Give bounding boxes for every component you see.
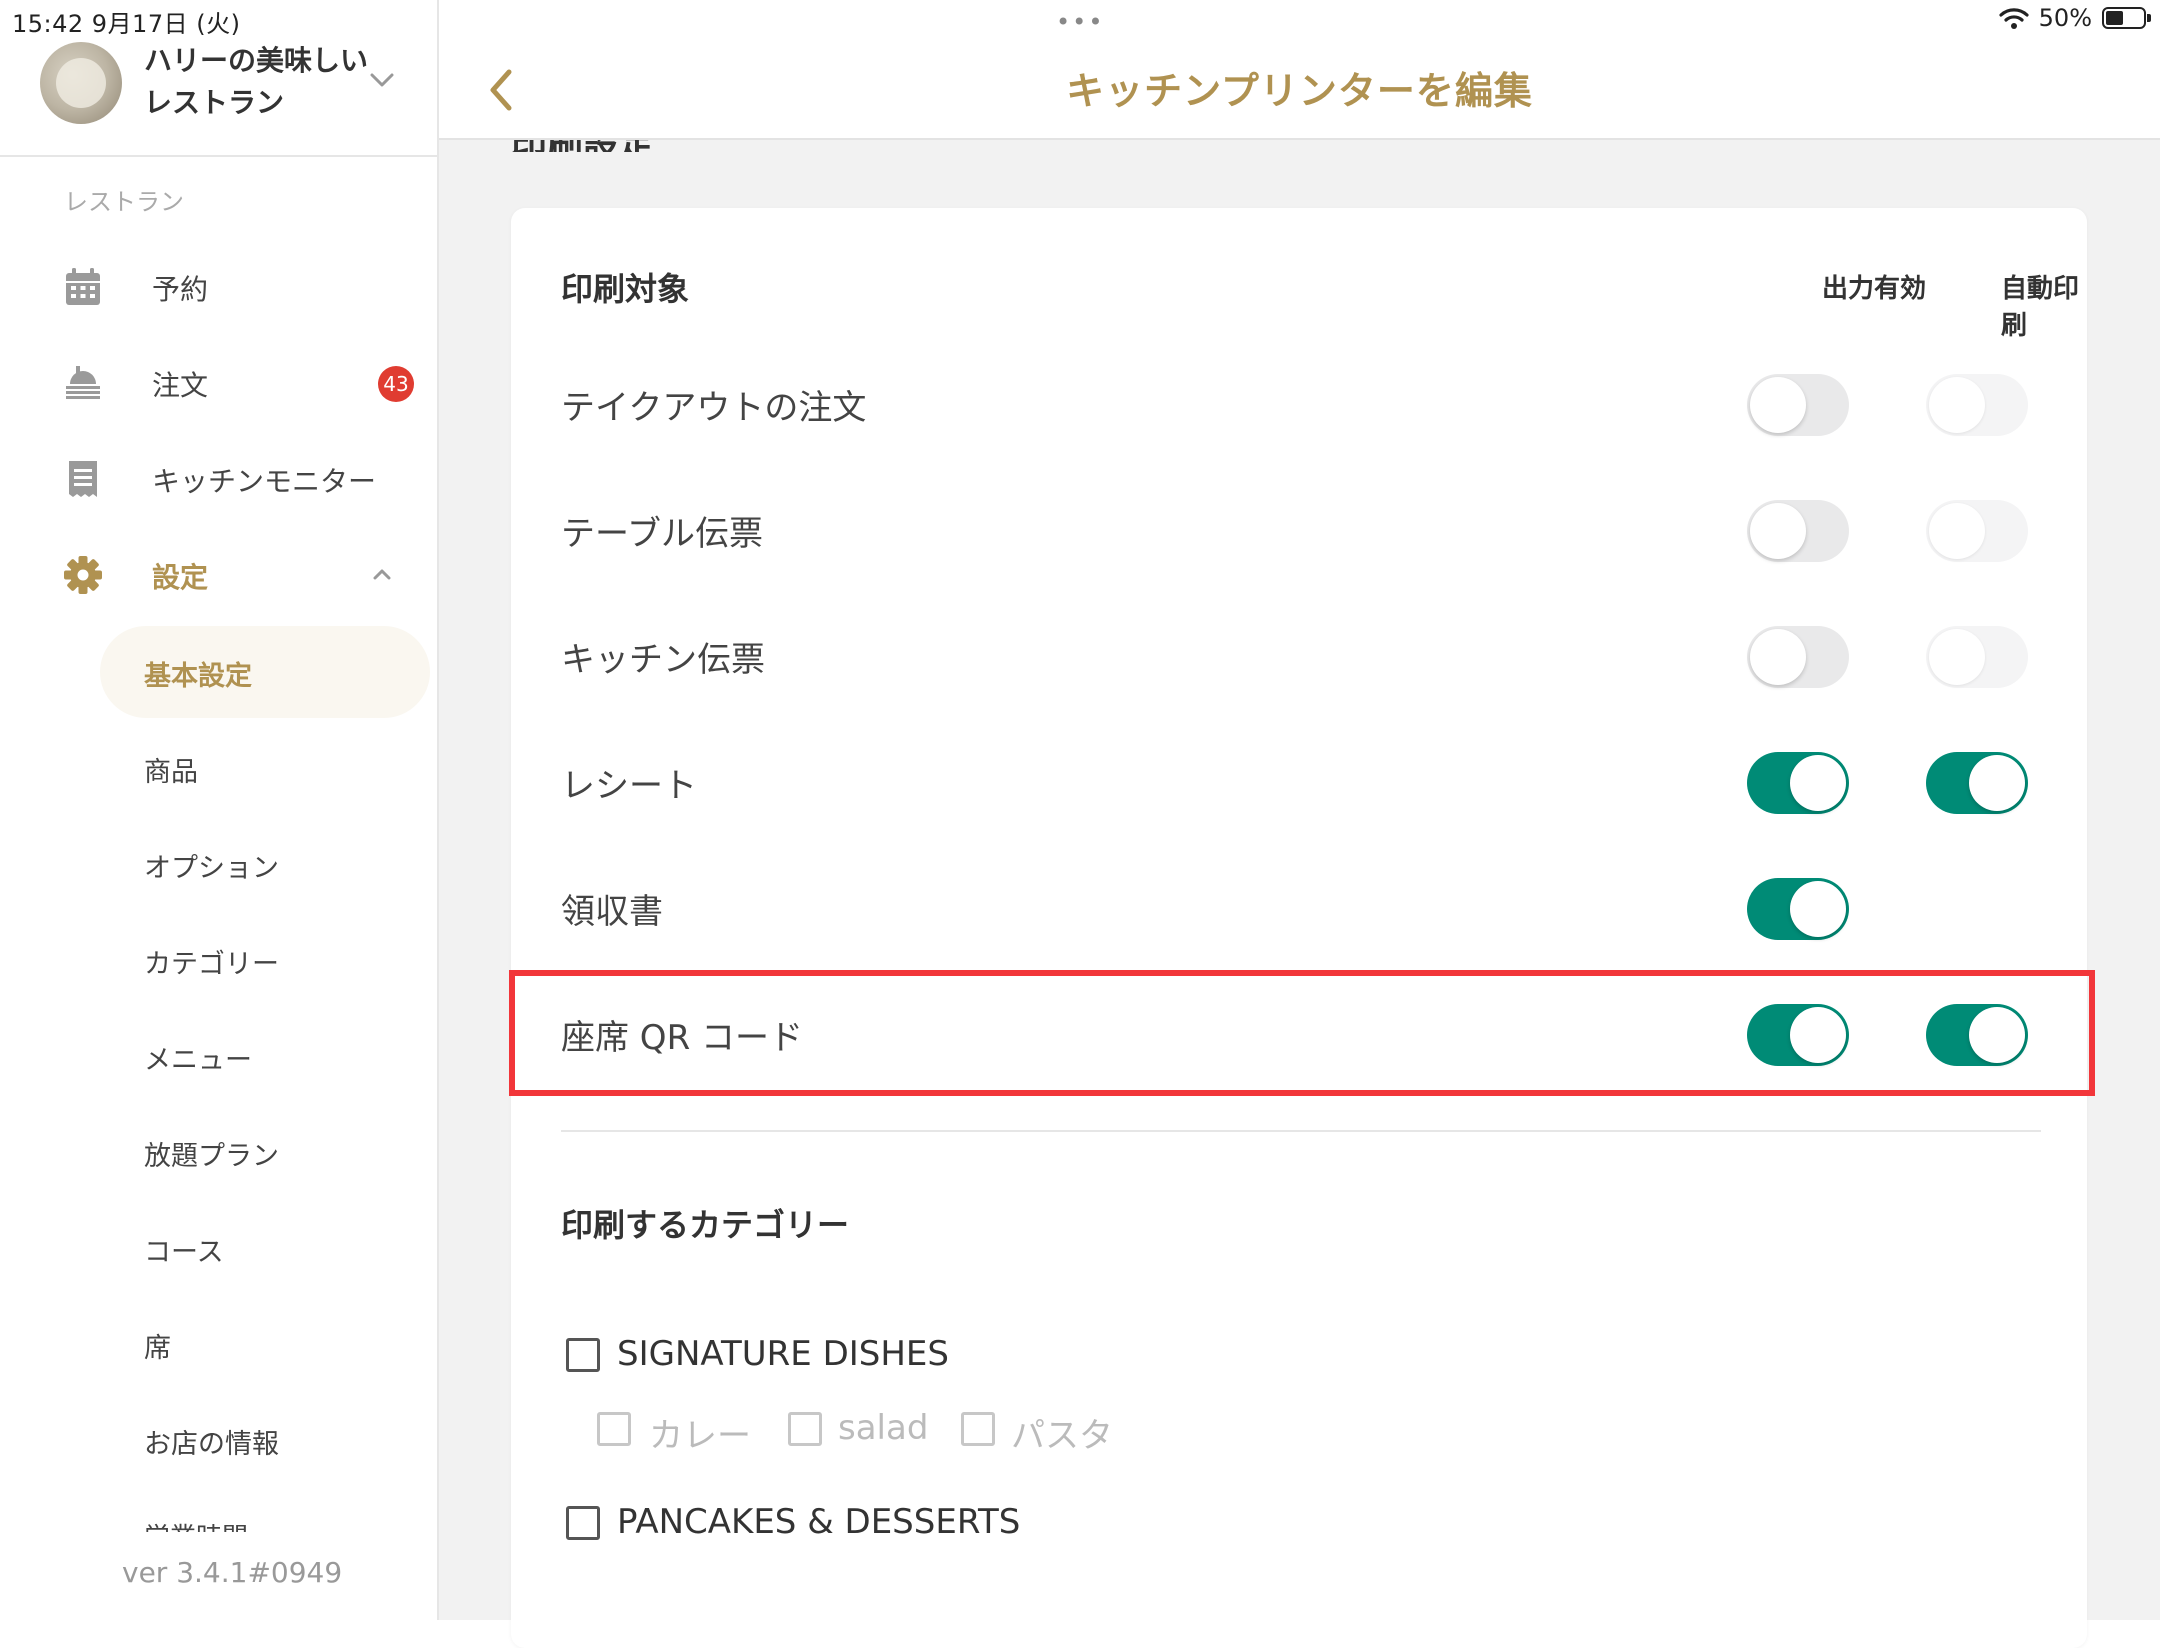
sidebar-subitem-label: メニュー — [144, 1045, 252, 1076]
subcategory-checkbox-pasta[interactable] — [961, 1412, 995, 1446]
sidebar-item-reservations[interactable]: 予約 — [0, 252, 439, 322]
sidebar: ハリーの美味しいレストラン レストラン 予約 注文 43 キッチンモニター 設定… — [0, 0, 439, 1620]
subcategory-label: カレー — [649, 1416, 751, 1456]
subcategory-checkbox-curry[interactable] — [597, 1412, 631, 1446]
restaurant-avatar — [40, 42, 122, 124]
chevron-down-icon — [370, 73, 394, 87]
output-enabled-toggle[interactable] — [1747, 878, 1849, 940]
food-tray-icon — [66, 366, 100, 399]
app-version: ver 3.4.1#0949 — [122, 1556, 343, 1589]
column-header-output-enabled: 出力有効 — [1822, 274, 1927, 304]
highlight-annotation-box — [509, 970, 2095, 1096]
subcategory-label: salad — [838, 1408, 929, 1448]
sidebar-subitem-courses[interactable]: コース — [100, 1202, 430, 1294]
sidebar-subitem-menu[interactable]: メニュー — [100, 1010, 430, 1102]
category-checkbox-signature-dishes[interactable] — [566, 1338, 600, 1372]
auto-print-toggle[interactable] — [1926, 500, 2028, 562]
status-time-date: 15:42 9月17日 (火) — [12, 10, 241, 38]
sidebar-subitem-basic-settings[interactable]: 基本設定 — [100, 626, 430, 718]
print-target-label: 領収書 — [561, 892, 663, 932]
sidebar-subitem-store-info[interactable]: お店の情報 — [100, 1394, 430, 1486]
sidebar-subitem-label: 基本設定 — [144, 661, 252, 692]
battery-icon — [2102, 7, 2151, 29]
sidebar-item-orders[interactable]: 注文 43 — [0, 348, 439, 418]
print-target-row-table-slip: テーブル伝票 — [511, 468, 2087, 594]
print-target-label: テイクアウトの注文 — [561, 388, 867, 428]
status-bar: 15:42 9月17日 (火) ••• 50% — [0, 0, 2160, 40]
print-target-label: キッチン伝票 — [561, 640, 765, 680]
order-count-badge: 43 — [378, 366, 414, 402]
auto-print-toggle[interactable] — [1926, 374, 2028, 436]
category-checkbox-pancakes-desserts[interactable] — [566, 1506, 600, 1540]
print-target-row-invoice: 領収書 — [511, 846, 2087, 972]
sidebar-subitem-business-hours[interactable]: 営業時間 — [144, 1518, 248, 1532]
receipt-icon — [69, 461, 97, 497]
page-title: キッチンプリンターを編集 — [1066, 69, 1533, 113]
sidebar-item-kitchen-monitor[interactable]: キッチンモニター — [0, 444, 439, 514]
battery-percent: 50% — [2038, 4, 2092, 32]
restaurant-switcher[interactable]: ハリーの美味しいレストラン — [0, 40, 439, 157]
print-target-row-kitchen-slip: キッチン伝票 — [511, 594, 2087, 720]
sidebar-subitem-options[interactable]: オプション — [100, 818, 430, 910]
output-enabled-toggle[interactable] — [1747, 374, 1849, 436]
print-target-label: レシート — [561, 766, 697, 806]
gear-icon — [64, 556, 102, 594]
sidebar-subitem-label: コース — [144, 1237, 224, 1268]
output-enabled-toggle[interactable] — [1747, 500, 1849, 562]
subcategory-label: パスタ — [1011, 1416, 1113, 1456]
sidebar-subitem-label: お店の情報 — [144, 1429, 279, 1460]
restaurant-name: ハリーの美味しいレストラン — [144, 44, 369, 119]
sidebar-subitem-label: オプション — [144, 853, 279, 884]
column-header-auto-print: 自動印刷 — [2001, 274, 2080, 341]
sidebar-item-label: 設定 — [152, 561, 209, 594]
sidebar-subitem-label: 席 — [144, 1333, 171, 1364]
output-enabled-toggle[interactable] — [1747, 626, 1849, 688]
print-categories-heading: 印刷するカテゴリー — [561, 1206, 850, 1244]
print-targets-heading: 印刷対象 — [561, 270, 690, 308]
print-target-row-receipt: レシート — [511, 720, 2087, 846]
divider — [561, 1130, 2041, 1132]
category-label: SIGNATURE DISHES — [617, 1334, 949, 1374]
sidebar-item-label: 予約 — [152, 273, 209, 306]
main-content: キッチンプリンターを編集 印刷設定 印刷対象 出力有効 自動印刷 テイクアウトの… — [439, 0, 2160, 1648]
print-target-row-takeout: テイクアウトの注文 — [511, 342, 2087, 468]
print-target-label: テーブル伝票 — [561, 514, 763, 554]
section-label-restaurant: レストラン — [64, 188, 184, 216]
calendar-icon — [66, 268, 100, 305]
sidebar-item-label: キッチンモニター — [152, 465, 377, 498]
wifi-icon — [1999, 8, 2029, 29]
sidebar-subitem-label: カテゴリー — [144, 949, 279, 980]
sidebar-item-label: 注文 — [152, 369, 209, 402]
chevron-up-icon — [373, 569, 391, 580]
sidebar-subitem-seats[interactable]: 席 — [100, 1298, 430, 1390]
print-settings-card: 印刷対象 出力有効 自動印刷 テイクアウトの注文 テーブル伝票 キッチン伝票 レ… — [511, 208, 2087, 1648]
sidebar-subitem-products[interactable]: 商品 — [100, 722, 430, 814]
auto-print-toggle[interactable] — [1926, 626, 2028, 688]
category-label: PANCAKES & DESSERTS — [617, 1502, 1021, 1542]
multitasking-dots-icon[interactable]: ••• — [1056, 8, 1104, 36]
status-right: 50% — [1999, 4, 2151, 32]
sidebar-subitem-label: 放題プラン — [144, 1141, 279, 1172]
auto-print-toggle[interactable] — [1926, 752, 2028, 814]
subcategory-checkbox-salad[interactable] — [788, 1412, 822, 1446]
sidebar-subitem-all-you-can-plans[interactable]: 放題プラン — [100, 1106, 430, 1198]
section-heading-print-settings: 印刷設定 — [511, 140, 655, 152]
output-enabled-toggle[interactable] — [1747, 752, 1849, 814]
sidebar-subitem-categories[interactable]: カテゴリー — [100, 914, 430, 1006]
sidebar-item-settings[interactable]: 設定 — [0, 540, 439, 610]
sidebar-subitem-label: 商品 — [144, 757, 198, 788]
